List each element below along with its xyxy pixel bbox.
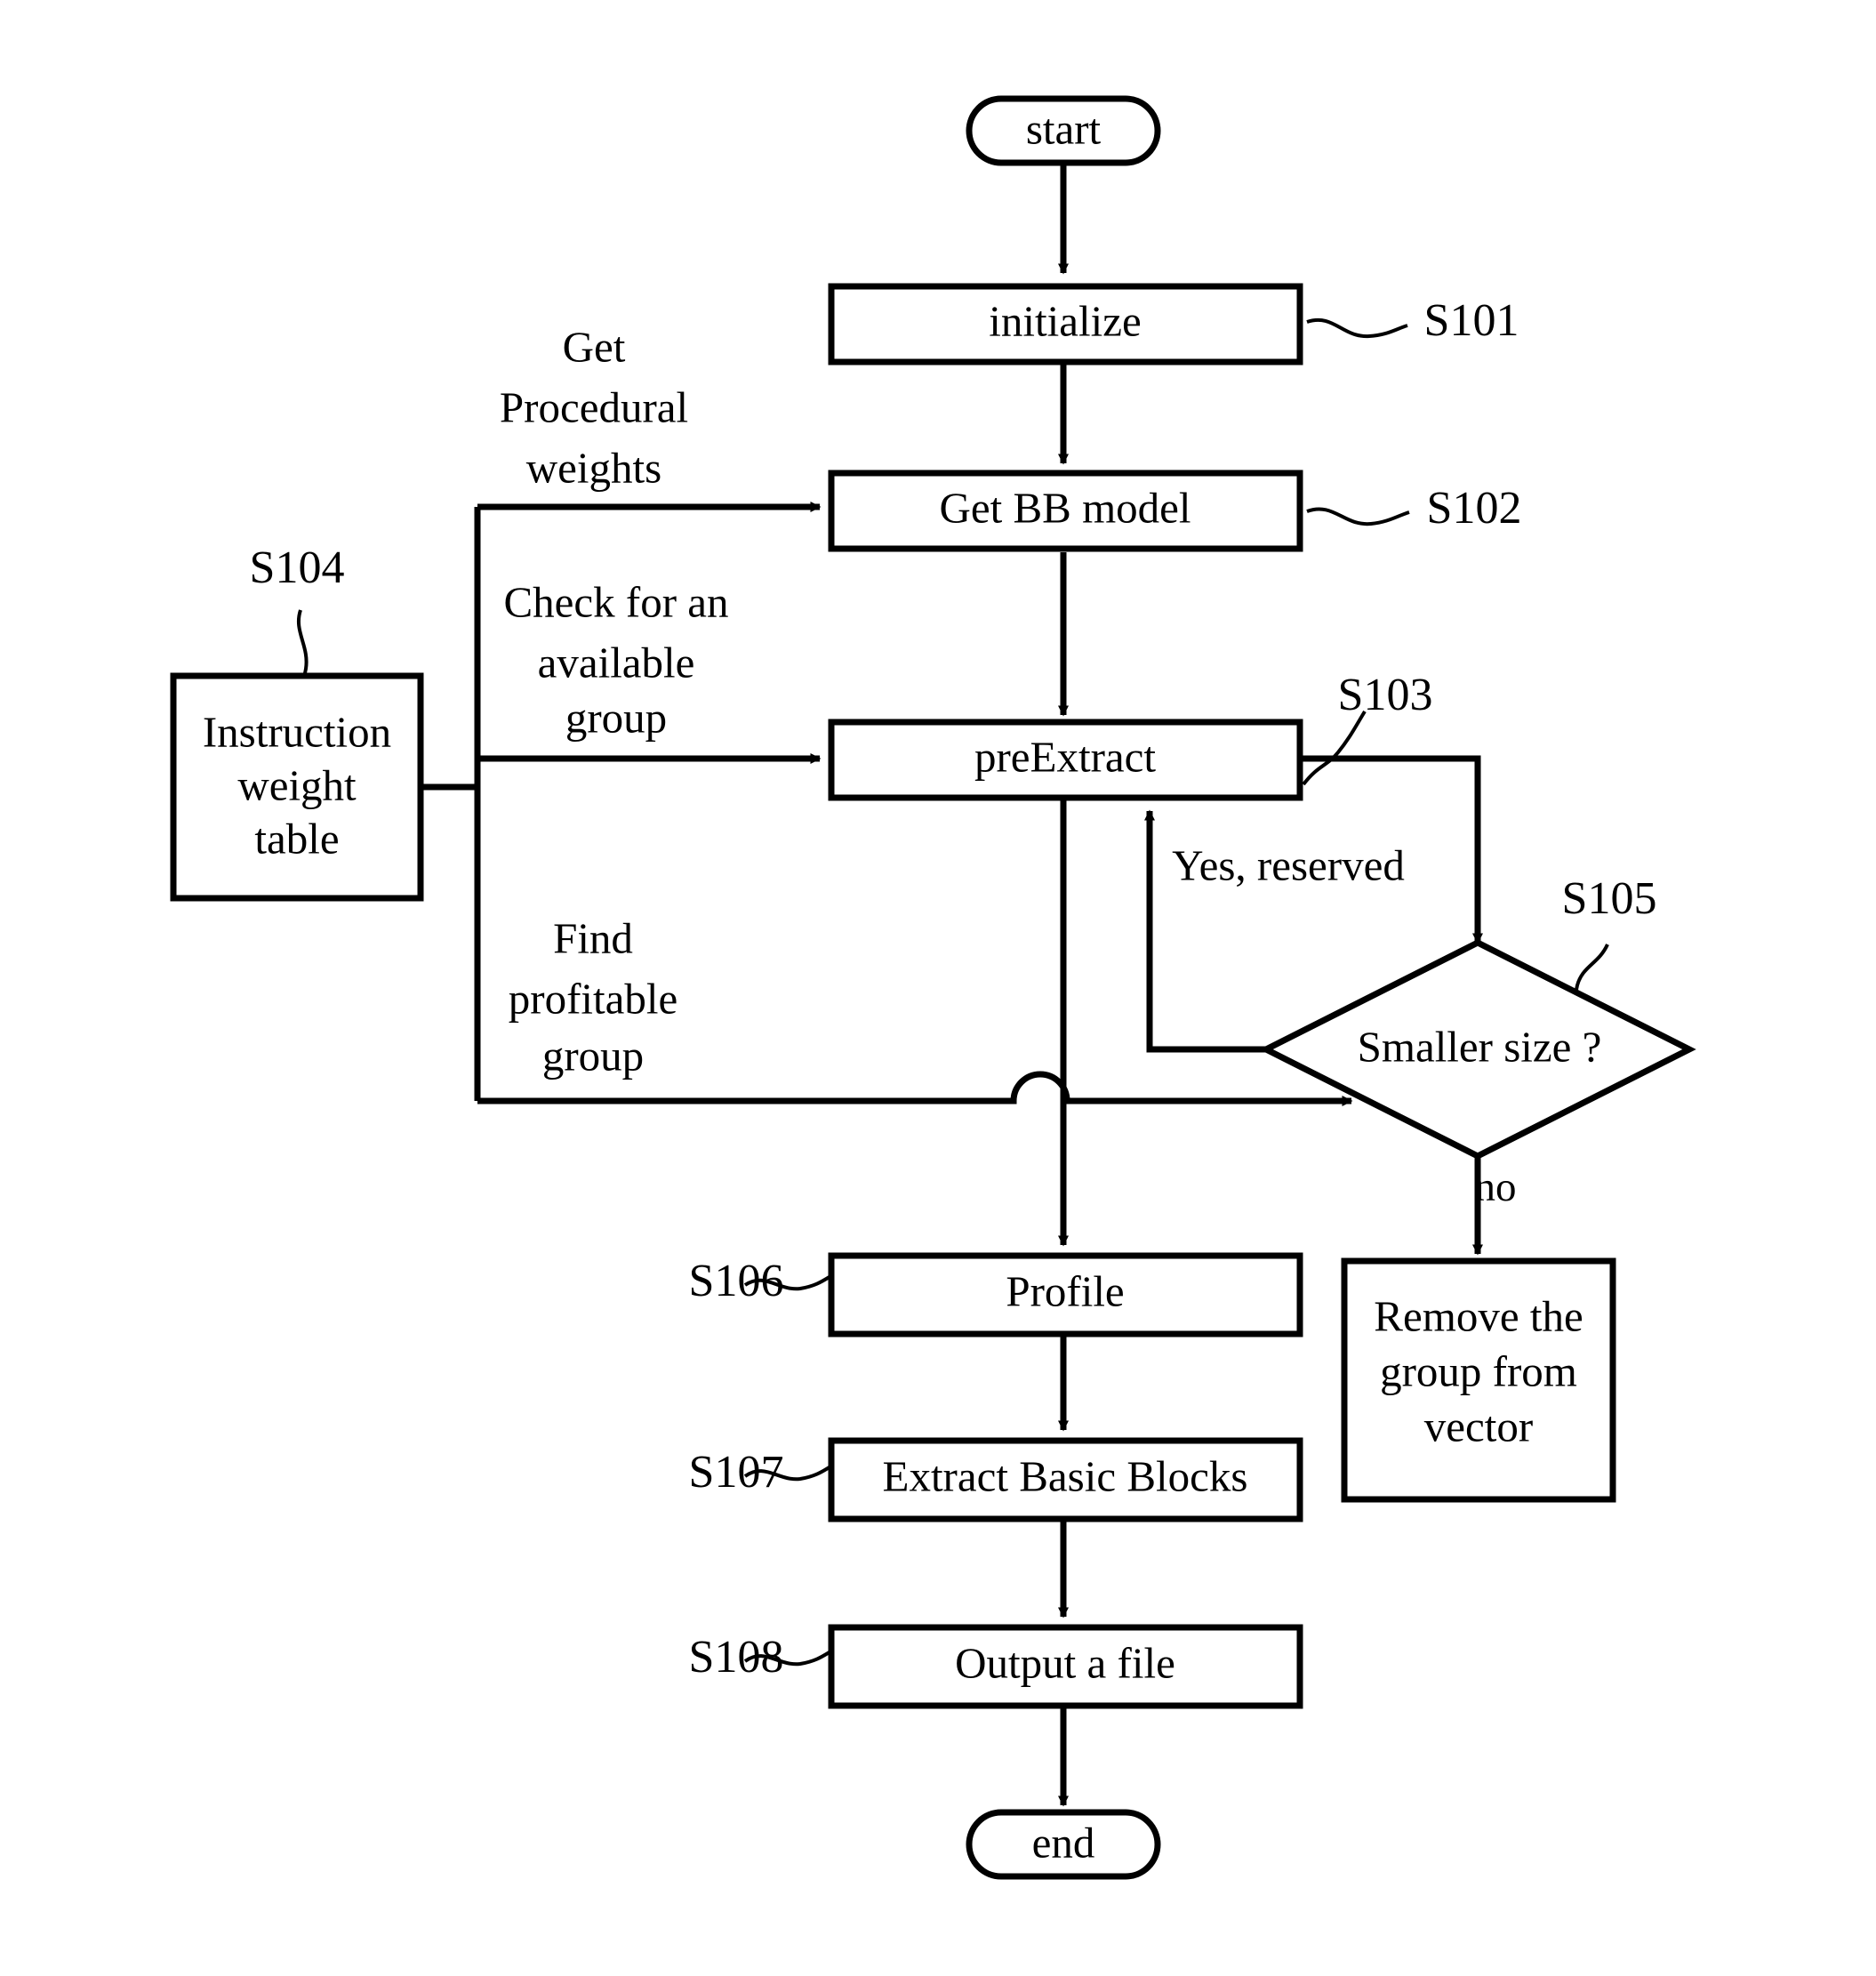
end-label: end	[1032, 1818, 1095, 1867]
node-pre-extract[interactable]: preExtract	[828, 719, 1303, 801]
reference-s104: S104	[250, 542, 345, 593]
find-profitable-group-line2: profitable	[509, 974, 677, 1023]
reference-s102: S102	[1427, 483, 1522, 534]
instruction-weight-table-label-line2: weight	[237, 760, 357, 809]
edge-label-no: no	[1475, 1164, 1517, 1210]
start-label: start	[1026, 104, 1102, 153]
reference-s101: S101	[1424, 295, 1519, 346]
node-smaller-size-decision[interactable]: Smaller size ?	[1259, 939, 1696, 1160]
find-profitable-group-line1: Find	[553, 913, 633, 962]
node-profile[interactable]: Profile	[828, 1252, 1303, 1337]
edge-label-get-procedural-weights: Get Procedural weights	[500, 322, 688, 492]
instruction-weight-table-label-line3: table	[254, 814, 339, 863]
node-extract-basic-blocks[interactable]: Extract Basic Blocks	[828, 1437, 1303, 1522]
reference-s107: S107	[689, 1447, 784, 1498]
remove-group-label-line2: group from	[1380, 1346, 1577, 1395]
check-available-group-line3: group	[565, 693, 667, 742]
node-start[interactable]: start	[966, 95, 1161, 166]
check-available-group-line2: available	[538, 638, 695, 687]
extract-basic-blocks-label: Extract Basic Blocks	[883, 1451, 1248, 1500]
leader-s101	[1306, 318, 1408, 339]
flowchart-canvas: start initialize S101 Get BB model S102 …	[0, 0, 1876, 1976]
node-instruction-weight-table[interactable]: Instruction weight table	[170, 672, 424, 902]
reference-s108: S108	[689, 1632, 784, 1683]
reference-s105: S105	[1562, 873, 1657, 924]
edge-label-yes-reserved: Yes, reserved	[1172, 840, 1405, 889]
output-a-file-label: Output a file	[955, 1638, 1175, 1687]
node-remove-group[interactable]: Remove the group from vector	[1341, 1257, 1616, 1503]
reference-s106: S106	[689, 1256, 784, 1306]
get-bb-model-label: Get BB model	[939, 483, 1191, 532]
edge-label-find-profitable-group: Find profitable group	[509, 913, 677, 1080]
edge-label-check-available-group: Check for an available group	[503, 577, 728, 742]
check-available-group-line1: Check for an	[503, 577, 728, 626]
get-procedural-weights-line1: Get	[563, 322, 626, 371]
node-get-bb-model[interactable]: Get BB model	[828, 470, 1303, 552]
node-output-a-file[interactable]: Output a file	[828, 1624, 1303, 1709]
smaller-size-label: Smaller size ?	[1358, 1022, 1602, 1071]
flowchart-svg: start initialize S101 Get BB model S102 …	[170, 95, 1696, 1880]
node-initialize[interactable]: initialize	[828, 283, 1303, 365]
node-end[interactable]: end	[966, 1809, 1161, 1880]
get-procedural-weights-line2: Procedural	[500, 382, 688, 431]
reference-s103: S103	[1338, 670, 1433, 720]
find-profitable-group-line3: group	[542, 1031, 644, 1080]
initialize-label: initialize	[989, 296, 1141, 345]
leader-s102	[1306, 507, 1410, 526]
instruction-weight-table-label-line1: Instruction	[203, 707, 391, 756]
pre-extract-label: preExtract	[974, 732, 1156, 781]
remove-group-label-line1: Remove the	[1374, 1291, 1583, 1340]
remove-group-label-line3: vector	[1424, 1402, 1533, 1450]
profile-label: Profile	[1006, 1266, 1124, 1315]
leader-s103	[1302, 710, 1367, 786]
get-procedural-weights-line3: weights	[526, 443, 661, 492]
